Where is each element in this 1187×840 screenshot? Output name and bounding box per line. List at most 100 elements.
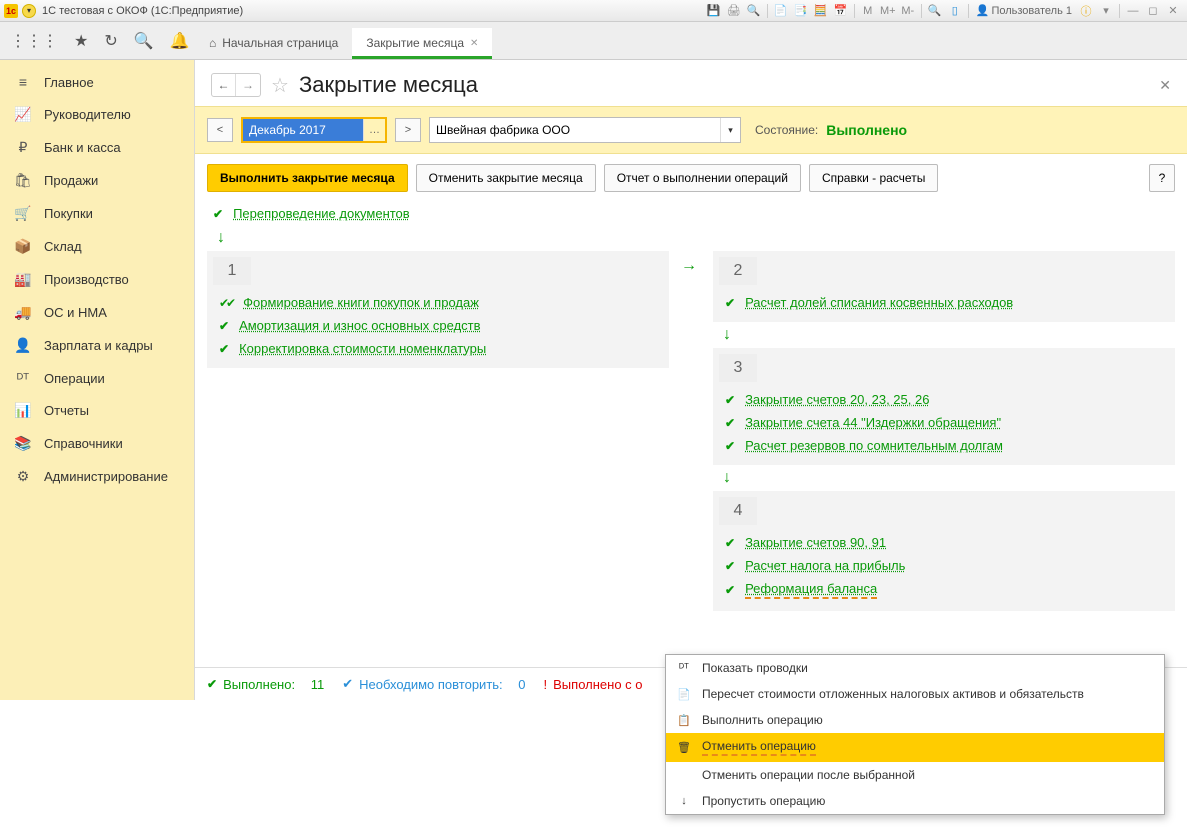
op-b3-0[interactable]: Закрытие счетов 20, 23, 25, 26 bbox=[745, 392, 929, 407]
next-period-button[interactable]: > bbox=[395, 118, 421, 142]
period-input[interactable] bbox=[243, 119, 363, 141]
dtkt-icon: ᴰᵀ bbox=[676, 662, 692, 674]
sidebar-item-purchases[interactable]: 🛒Покупки bbox=[0, 197, 194, 230]
ctx-recalc[interactable]: 📄Пересчет стоимости отложенных налоговых… bbox=[666, 681, 1164, 707]
search-icon[interactable]: 🔍 bbox=[134, 31, 154, 51]
ctx-cancel-op[interactable]: 🗑Отменить операцию bbox=[666, 733, 1164, 762]
history-icon[interactable]: ↻ bbox=[104, 31, 117, 51]
op-b3-1[interactable]: Закрытие счета 44 "Издержки обращения" bbox=[745, 415, 1001, 430]
help-button[interactable]: ? bbox=[1149, 164, 1175, 192]
report-icon: 📊 bbox=[14, 402, 32, 419]
tab-closing[interactable]: Закрытие месяца ✕ bbox=[352, 28, 492, 59]
star-icon[interactable]: ★ bbox=[74, 31, 88, 51]
menu-icon: ≡ bbox=[14, 74, 32, 90]
main-content: ← → ☆ Закрытие месяца ✕ < … > ▾ Состояни… bbox=[195, 60, 1187, 700]
doc-icon: 📄 bbox=[676, 688, 692, 701]
check-icon: ✔ bbox=[725, 536, 735, 550]
doc-icon[interactable]: 📄 bbox=[772, 3, 790, 19]
check-icon: ✔ bbox=[725, 416, 735, 430]
op-reproc[interactable]: Перепроведение документов bbox=[233, 206, 410, 221]
sidebar-item-production[interactable]: 🏭Производство bbox=[0, 263, 194, 296]
chart-icon: 📈 bbox=[14, 106, 32, 123]
maximize-icon[interactable]: ◻ bbox=[1144, 3, 1162, 19]
sidebar-item-manager[interactable]: 📈Руководителю bbox=[0, 98, 194, 131]
minimize-icon[interactable]: — bbox=[1124, 3, 1142, 19]
bag-icon: 🛍 bbox=[14, 172, 32, 189]
ctx-skip-op[interactable]: ↓Пропустить операцию bbox=[666, 788, 1164, 814]
user-label[interactable]: 👤Пользователь 1 bbox=[976, 4, 1072, 17]
check-icon: ✔ bbox=[207, 677, 217, 691]
mminus-icon[interactable]: M- bbox=[899, 3, 917, 19]
prev-period-button[interactable]: < bbox=[207, 118, 233, 142]
sidebar-item-admin[interactable]: ⚙Администрирование bbox=[0, 460, 194, 493]
action-bar: Выполнить закрытие месяца Отменить закры… bbox=[195, 154, 1187, 202]
close-window-icon[interactable]: ✕ bbox=[1164, 3, 1182, 19]
skip-icon: ↓ bbox=[676, 795, 692, 807]
org-dropdown-icon[interactable]: ▾ bbox=[720, 118, 740, 142]
sidebar-item-bank[interactable]: ₽Банк и касса bbox=[0, 131, 194, 164]
zoom-icon[interactable]: 🔍 bbox=[926, 3, 944, 19]
op-b2-0[interactable]: Расчет долей списания косвенных расходов bbox=[745, 295, 1013, 310]
tab-home[interactable]: ⌂ Начальная страница bbox=[195, 28, 352, 59]
sidebar-item-warehouse[interactable]: 📦Склад bbox=[0, 230, 194, 263]
sidebar-item-catalogs[interactable]: 📚Справочники bbox=[0, 427, 194, 460]
ctx-cancel-after[interactable]: Отменить операции после выбранной bbox=[666, 762, 1164, 788]
nav-buttons: ← → bbox=[211, 73, 261, 97]
op-b4-2[interactable]: Реформация баланса bbox=[745, 581, 877, 599]
dropdown-icon[interactable]: ▾ bbox=[22, 4, 36, 18]
op-b3-2[interactable]: Расчет резервов по сомнительным долгам bbox=[745, 438, 1003, 453]
check-icon: ✔ bbox=[725, 559, 735, 573]
tab-closing-label: Закрытие месяца bbox=[366, 36, 464, 50]
print-icon[interactable]: 🖨 bbox=[725, 3, 743, 19]
arrow-down-icon: ↓ bbox=[723, 469, 1175, 487]
report-button[interactable]: Отчет о выполнении операций bbox=[604, 164, 801, 192]
calc-icon[interactable]: 🧮 bbox=[812, 3, 830, 19]
op-b1-0[interactable]: Формирование книги покупок и продаж bbox=[243, 295, 479, 310]
period-ellipsis-icon[interactable]: … bbox=[363, 119, 385, 141]
organization-field[interactable]: ▾ bbox=[429, 117, 741, 143]
op-b4-1[interactable]: Расчет налога на прибыль bbox=[745, 558, 905, 573]
op-b1-2[interactable]: Корректировка стоимости номенклатуры bbox=[239, 341, 486, 356]
sidebar-item-salary[interactable]: 👤Зарплата и кадры bbox=[0, 329, 194, 362]
sidebar-item-operations[interactable]: ᴰᵀОперации bbox=[0, 362, 194, 394]
organization-input[interactable] bbox=[430, 118, 720, 142]
bell-icon[interactable]: 🔔 bbox=[170, 31, 190, 51]
sidebar-item-reports[interactable]: 📊Отчеты bbox=[0, 394, 194, 427]
references-button[interactable]: Справки - расчеты bbox=[809, 164, 938, 192]
save-icon[interactable]: 💾 bbox=[705, 3, 723, 19]
period-field[interactable]: … bbox=[241, 117, 387, 143]
favorite-icon[interactable]: ☆ bbox=[271, 73, 289, 98]
block-4: 4 ✔ Закрытие счетов 90, 91 ✔ Расчет налога… bbox=[713, 491, 1175, 611]
double-check-icon: ✔✔ bbox=[219, 296, 233, 310]
factory-icon: 🏭 bbox=[14, 271, 32, 288]
run-closing-button[interactable]: Выполнить закрытие месяца bbox=[207, 164, 408, 192]
doc2-icon[interactable]: 📑 bbox=[792, 3, 810, 19]
nav-back-icon[interactable]: ← bbox=[212, 74, 236, 96]
close-page-icon[interactable]: ✕ bbox=[1159, 77, 1171, 94]
ctx-run-op[interactable]: 📋Выполнить операцию bbox=[666, 707, 1164, 733]
gear-icon: ⚙ bbox=[14, 468, 32, 485]
ruble-icon: ₽ bbox=[14, 139, 32, 156]
cancel-closing-button[interactable]: Отменить закрытие месяца bbox=[416, 164, 596, 192]
window-title: 1С тестовая с ОКОФ (1С:Предприятие) bbox=[42, 5, 243, 17]
m-icon[interactable]: M bbox=[859, 3, 877, 19]
nav-fwd-icon[interactable]: → bbox=[236, 74, 260, 96]
op-b4-0[interactable]: Закрытие счетов 90, 91 bbox=[745, 535, 886, 550]
preview-icon[interactable]: 🔍 bbox=[745, 3, 763, 19]
info-dd-icon[interactable]: ▾ bbox=[1097, 3, 1115, 19]
apps-icon[interactable]: ⋮⋮⋮ bbox=[10, 31, 58, 51]
ctx-show-entries[interactable]: ᴰᵀПоказать проводки bbox=[666, 655, 1164, 681]
block-1-header: 1 bbox=[213, 257, 251, 285]
block-2: 2 ✔Расчет долей списания косвенных расхо… bbox=[713, 251, 1175, 322]
mplus-icon[interactable]: M+ bbox=[879, 3, 897, 19]
block-4-header: 4 bbox=[719, 497, 757, 525]
calendar-icon[interactable]: 📅 bbox=[832, 3, 850, 19]
op-b1-1[interactable]: Амортизация и износ основных средств bbox=[239, 318, 480, 333]
sidebar-item-os[interactable]: 🚚ОС и НМА bbox=[0, 296, 194, 329]
tab-close-icon[interactable]: ✕ bbox=[470, 38, 478, 49]
sidebar-item-main[interactable]: ≡Главное bbox=[0, 66, 194, 98]
panel-icon[interactable]: ▯ bbox=[946, 3, 964, 19]
sidebar-item-sales[interactable]: 🛍Продажи bbox=[0, 164, 194, 197]
books-icon: 📚 bbox=[14, 435, 32, 452]
info-icon[interactable]: ⓘ bbox=[1077, 3, 1095, 19]
